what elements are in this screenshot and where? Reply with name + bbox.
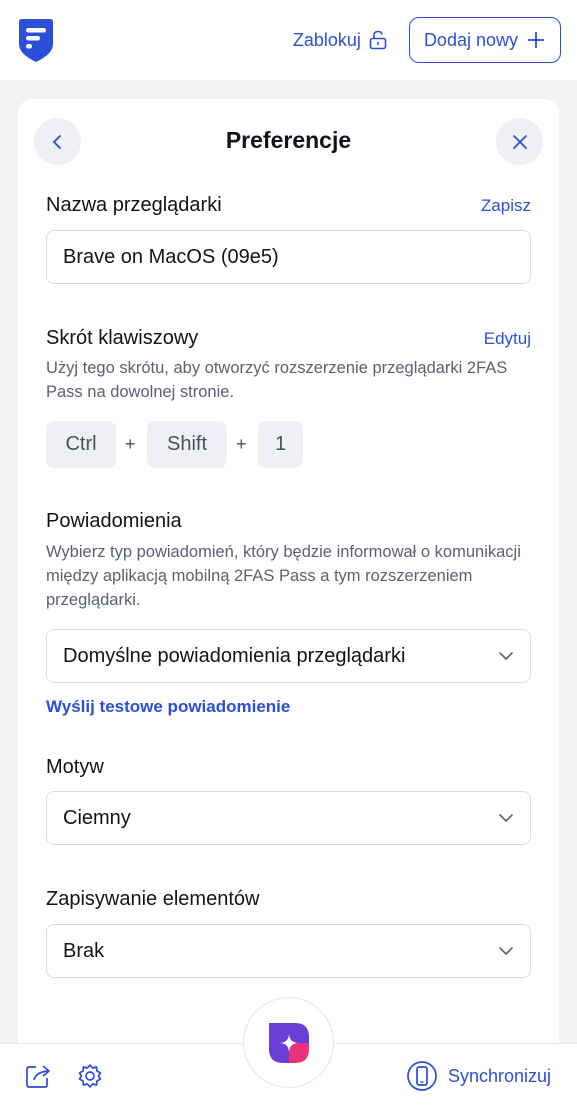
sync-label: Synchronizuj bbox=[447, 1065, 551, 1086]
shortcut-description: Użyj tego skrótu, aby otworzyć rozszerze… bbox=[46, 359, 508, 401]
lock-label: Zablokuj bbox=[292, 29, 361, 50]
notifications-select[interactable]: Domyślne powiadomienia przeglądarki bbox=[46, 629, 531, 683]
notifications-label: Powiadomienia bbox=[46, 510, 182, 532]
shortcut-key-ctrl: Ctrl bbox=[46, 421, 116, 468]
add-new-label: Dodaj nowy bbox=[423, 29, 518, 50]
save-button[interactable]: Zapisz bbox=[481, 196, 531, 216]
chevron-down-icon bbox=[498, 813, 514, 823]
pass-logo-icon bbox=[268, 1022, 309, 1063]
gear-icon bbox=[78, 1064, 102, 1088]
close-button[interactable] bbox=[496, 118, 543, 165]
center-app-button[interactable] bbox=[243, 997, 334, 1088]
edit-shortcut-button[interactable]: Edytuj bbox=[484, 329, 531, 349]
plus-icon bbox=[528, 32, 544, 48]
top-bar: Zablokuj Dodaj nowy bbox=[0, 0, 577, 80]
shortcut-key-shift: Shift bbox=[147, 421, 227, 468]
page-title: Preferencje bbox=[225, 127, 352, 153]
saving-items-select[interactable]: Brak bbox=[46, 924, 531, 978]
saving-selected-value: Brak bbox=[63, 939, 105, 962]
export-button[interactable] bbox=[24, 1062, 52, 1095]
shortcut-label: Skrót klawiszowy bbox=[46, 327, 199, 349]
preferences-card: Preferencje Nazwa przeglądarki Zapisz Br… bbox=[18, 99, 559, 1059]
app-logo[interactable] bbox=[16, 16, 56, 64]
settings-button[interactable] bbox=[76, 1062, 104, 1095]
shield-logo-icon bbox=[19, 19, 53, 62]
chevron-down-icon bbox=[498, 651, 514, 661]
browser-name-label: Nazwa przeglądarki bbox=[46, 194, 222, 216]
saving-items-label: Zapisywanie elementów bbox=[46, 888, 260, 910]
lock-button[interactable]: Zablokuj bbox=[293, 30, 387, 51]
shortcut-key-1: 1 bbox=[258, 421, 303, 468]
add-new-button[interactable]: Dodaj nowy bbox=[408, 17, 561, 63]
share-icon bbox=[26, 1065, 50, 1088]
notifications-description: Wybierz typ powiadomień, który będzie in… bbox=[46, 543, 521, 609]
sync-button[interactable]: Synchronizuj bbox=[406, 1060, 551, 1092]
theme-selected-value: Ciemny bbox=[63, 806, 131, 829]
card-header: Preferencje bbox=[18, 99, 559, 185]
theme-select[interactable]: Ciemny bbox=[46, 791, 531, 845]
sync-phone-icon bbox=[407, 1061, 437, 1091]
browser-name-input[interactable]: Brave on MacOS (09e5) bbox=[46, 230, 531, 284]
shortcut-plus: + bbox=[125, 434, 136, 454]
chevron-down-icon bbox=[498, 946, 514, 956]
close-icon bbox=[512, 134, 527, 149]
theme-label: Motyw bbox=[46, 756, 104, 778]
shortcut-plus: + bbox=[236, 434, 247, 454]
notifications-selected-value: Domyślne powiadomienia przeglądarki bbox=[63, 644, 406, 667]
send-test-notification-link[interactable]: Wyślij testowe powiadomienie bbox=[46, 697, 290, 717]
unlock-icon bbox=[369, 30, 387, 50]
